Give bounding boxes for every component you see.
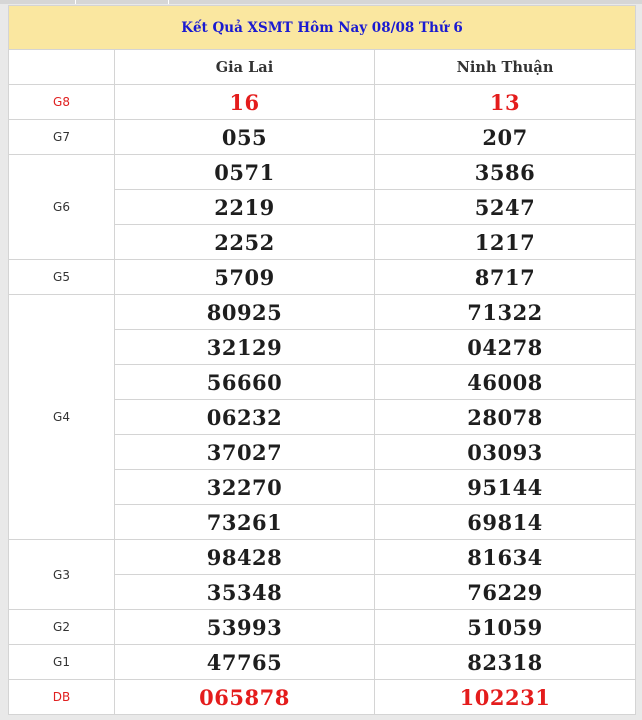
province-header-1: Gia Lai [114,49,375,85]
prize-label-g1: G1 [8,644,115,680]
result-number: 32129 [114,329,375,365]
result-number: 69814 [373,504,637,540]
result-number: 47765 [114,644,375,680]
top-strip [0,0,642,4]
result-number: 46008 [373,364,637,400]
result-number: 06232 [114,399,375,435]
prize-row-g5: G5 5709 8717 [8,259,637,295]
result-number: 03093 [373,434,637,470]
result-number: 102231 [373,679,637,715]
result-number: 065878 [114,679,375,715]
result-number: 37027 [114,434,375,470]
prize-label-g2: G2 [8,609,115,645]
result-number: 82318 [373,644,637,680]
result-number: 1217 [373,224,637,260]
result-number: 13 [373,84,637,120]
result-number: 5709 [114,259,375,295]
prize-label-db: DB [8,679,115,715]
result-number: 53993 [114,609,375,645]
prize-row-g4: G4 80925 71322 [8,294,637,540]
results-body: G8 16 13 G7 055 207 G6 0571 3586 2219 5247 2252 1217… [8,84,637,715]
prize-label-g8: G8 [8,84,115,120]
prize-row-g6: G6 0571 3586 [8,154,637,260]
result-number: 28078 [373,399,637,435]
prize-row-g3: G3 98428 81634 [8,539,637,610]
table-title: Kết Quả XSMT Hôm Nay 08/08 Thứ 6 [7,5,637,50]
result-number: 32270 [114,469,375,505]
prize-row-g7: G7 055 207 [8,119,637,155]
page-frame: Kết Quả XSMT Hôm Nay 08/08 Thứ 6 Gia Lai… [0,0,642,720]
result-number: 2219 [114,189,375,225]
result-number: 76229 [373,574,637,610]
result-number: 81634 [373,539,637,575]
result-number: 2252 [114,224,375,260]
prize-label-g6: G6 [8,154,115,260]
province-header-2: Ninh Thuận [373,49,637,85]
result-number: 98428 [114,539,375,575]
header-blank [8,49,115,85]
result-number: 8717 [373,259,637,295]
results-table: Kết Quả XSMT Hôm Nay 08/08 Thứ 6 Gia Lai… [7,5,637,715]
result-number: 56660 [114,364,375,400]
result-number: 16 [114,84,375,120]
header-row: Gia Lai Ninh Thuận [8,49,637,85]
prize-row-g1: G1 47765 82318 [8,644,637,680]
prize-label-g7: G7 [8,119,115,155]
result-number: 3586 [373,154,637,190]
result-number: 80925 [114,294,375,330]
result-number: 5247 [373,189,637,225]
result-number: 95144 [373,469,637,505]
prize-label-g3: G3 [8,539,115,610]
prize-label-g4: G4 [8,294,115,540]
result-number: 51059 [373,609,637,645]
result-number: 04278 [373,329,637,365]
result-number: 207 [373,119,637,155]
result-number: 055 [114,119,375,155]
prize-row-g2: G2 53993 51059 [8,609,637,645]
prize-row-g8: G8 16 13 [8,84,637,120]
prize-row-db: DB 065878 102231 [8,679,637,715]
result-number: 35348 [114,574,375,610]
prize-label-g5: G5 [8,259,115,295]
result-number: 73261 [114,504,375,540]
result-number: 0571 [114,154,375,190]
result-number: 71322 [373,294,637,330]
